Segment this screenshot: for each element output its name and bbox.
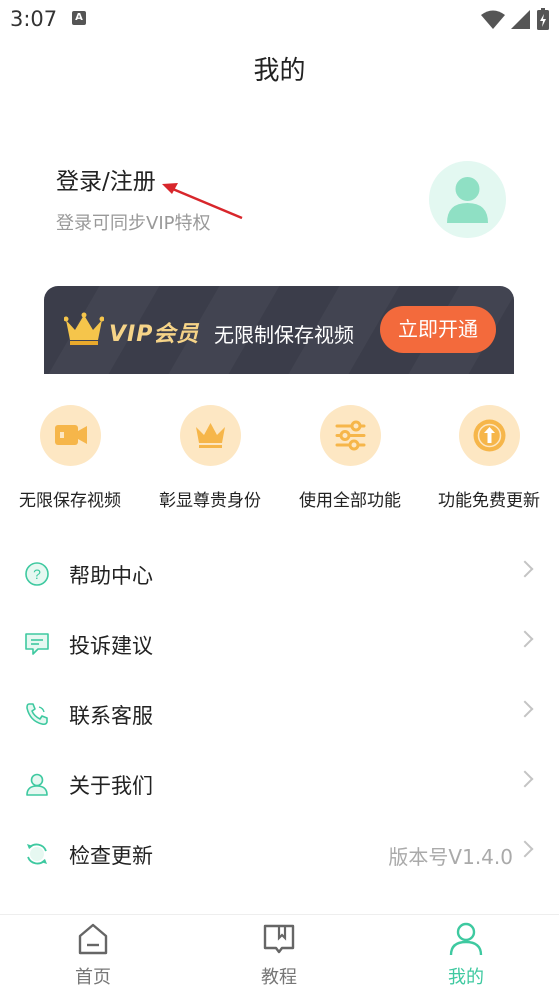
help-icon: ?	[25, 562, 49, 586]
arrow-annotation	[162, 183, 243, 220]
menu-label: 帮助中心	[69, 564, 153, 588]
menu-item-help[interactable]: ? 帮助中心	[0, 539, 559, 609]
chevron-right-icon	[516, 840, 534, 858]
crown-icon	[64, 312, 104, 345]
chevron-right-icon	[516, 770, 534, 788]
feedback-icon	[25, 633, 49, 655]
vip-description: 无限制保存视频	[214, 323, 354, 347]
vip-features: 无限保存视频 彰显尊贵身份 使用全部功能 功能免费更新	[0, 405, 559, 515]
home-icon	[78, 923, 108, 955]
notification-icon: A	[72, 11, 86, 25]
chevron-right-icon	[516, 630, 534, 648]
signal-icon	[511, 10, 530, 29]
tab-home[interactable]: 首页	[33, 921, 153, 989]
vip-label: VIP会员	[109, 322, 200, 347]
login-register-link[interactable]: 登录/注册	[56, 162, 156, 196]
chevron-right-icon	[516, 560, 534, 578]
feature-label: 功能免费更新	[438, 491, 540, 511]
vip-banner[interactable]: VIP会员 无限制保存视频 立即开通	[44, 286, 514, 374]
feature-label: 使用全部功能	[299, 491, 401, 511]
settings-menu: ? 帮助中心 投诉建议 联系客服 关于我们 检查更新 版本号V1.4.0	[0, 539, 559, 889]
tab-label: 我的	[448, 967, 484, 988]
feature-label: 无限保存视频	[19, 491, 121, 511]
menu-item-feedback[interactable]: 投诉建议	[0, 609, 559, 679]
menu-label: 联系客服	[69, 704, 153, 728]
chevron-right-icon	[516, 700, 534, 718]
menu-label: 关于我们	[69, 774, 153, 798]
upgrade-icon	[473, 419, 505, 452]
menu-item-about[interactable]: 关于我们	[0, 749, 559, 819]
phone-icon	[26, 703, 48, 726]
refresh-icon	[27, 843, 47, 865]
tab-mine[interactable]: 我的	[406, 921, 526, 989]
user-avatar-icon	[447, 177, 488, 223]
feature-unlimited-save: 无限保存视频	[0, 405, 140, 511]
user-icon	[26, 773, 48, 796]
video-icon	[54, 425, 87, 445]
battery-icon	[537, 8, 549, 30]
profile-icon	[449, 922, 483, 956]
version-number: 版本号V1.4.0	[388, 845, 513, 869]
avatar[interactable]	[429, 161, 506, 238]
tab-label: 首页	[75, 967, 111, 988]
bottom-navigation: 首页 教程 我的	[0, 914, 559, 994]
activate-vip-button[interactable]: 立即开通	[380, 306, 496, 353]
feature-prestige: 彰显尊贵身份	[140, 405, 280, 511]
crown-icon	[195, 423, 225, 448]
status-time: 3:07	[10, 7, 58, 31]
sliders-icon	[335, 420, 365, 451]
menu-item-contact[interactable]: 联系客服	[0, 679, 559, 749]
menu-item-check-update[interactable]: 检查更新 版本号V1.4.0	[0, 819, 559, 889]
feature-all-functions: 使用全部功能	[280, 405, 420, 511]
page-title: 我的	[253, 56, 306, 86]
feature-label: 彰显尊贵身份	[159, 491, 261, 511]
menu-label: 检查更新	[69, 844, 153, 868]
status-bar: 3:07 A	[0, 0, 559, 38]
tab-tutorial[interactable]: 教程	[219, 921, 339, 989]
wifi-icon	[481, 10, 505, 29]
book-icon	[263, 924, 295, 954]
tab-label: 教程	[261, 967, 297, 988]
svg-text:?: ?	[33, 566, 41, 582]
feature-free-updates: 功能免费更新	[419, 405, 559, 511]
menu-label: 投诉建议	[69, 634, 153, 658]
system-icons	[481, 8, 549, 30]
